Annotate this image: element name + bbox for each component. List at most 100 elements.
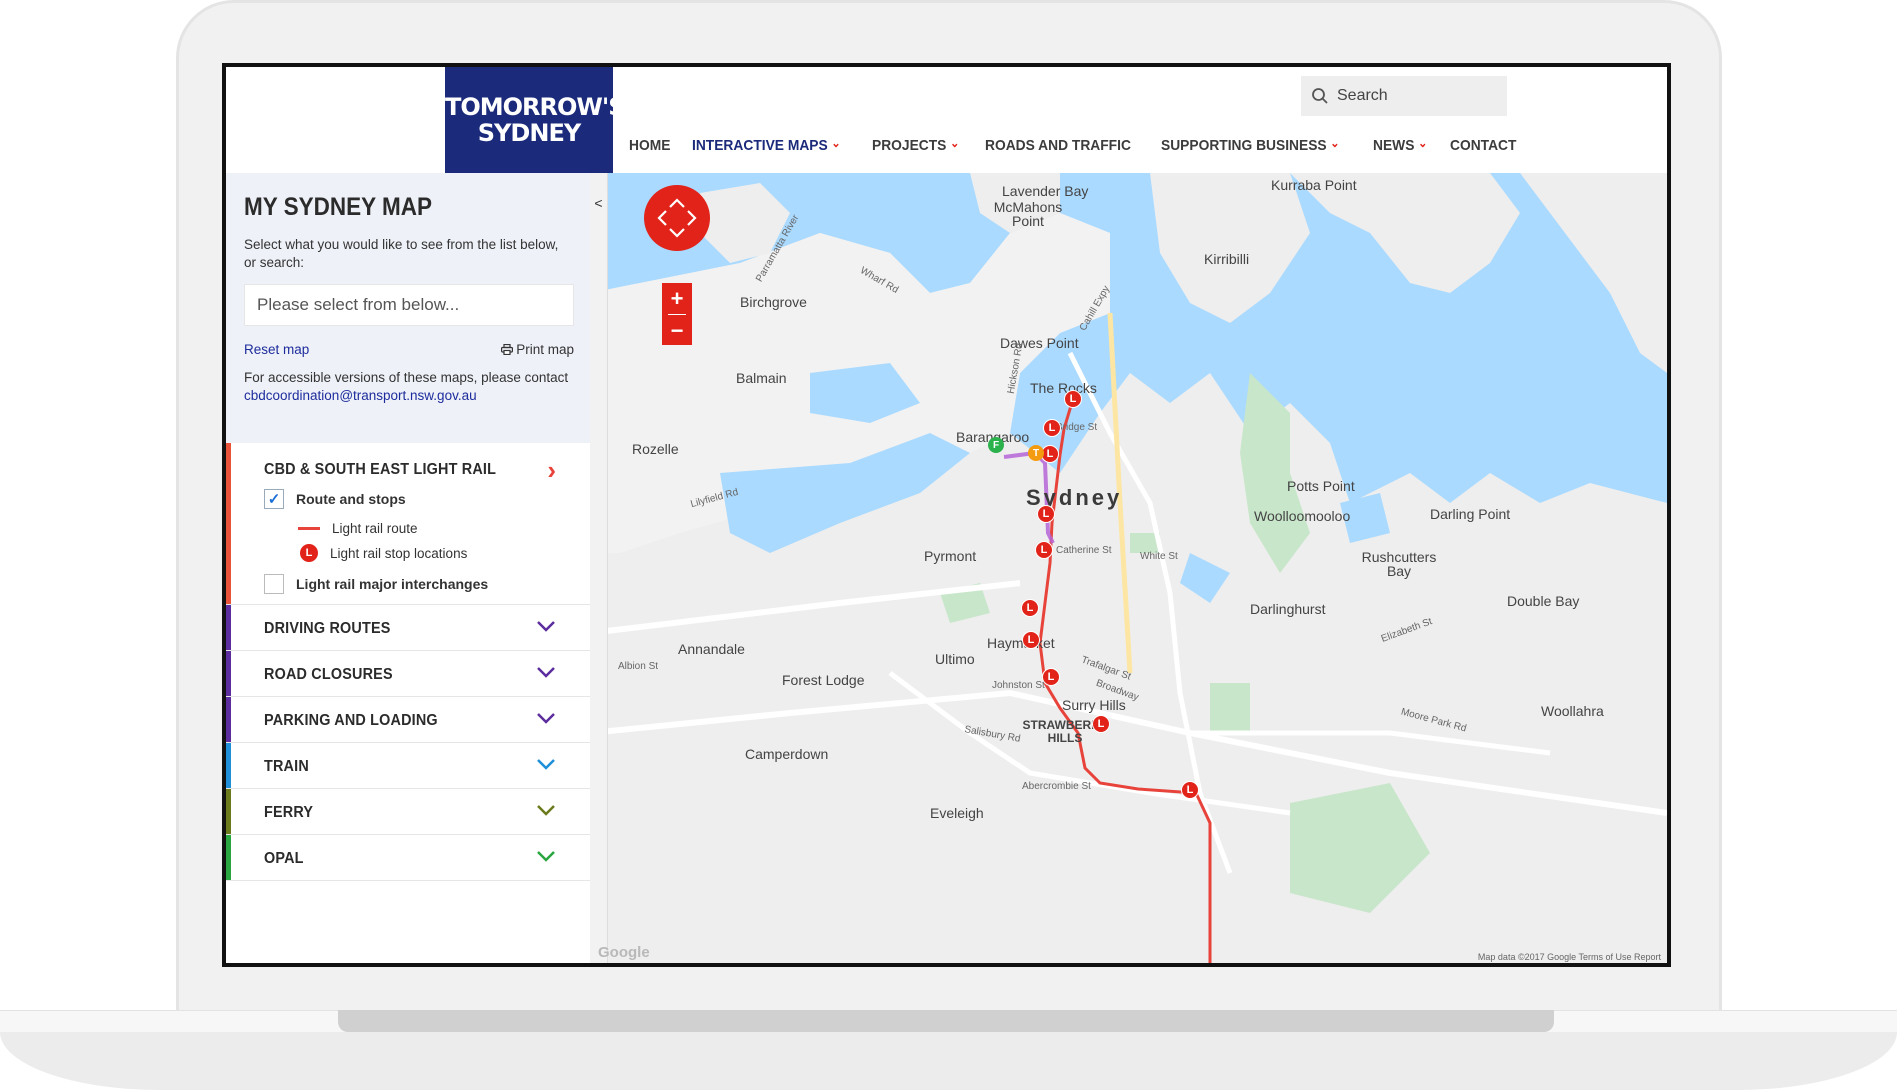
route-and-stops-row[interactable]: ✓ Route and stops bbox=[264, 489, 406, 509]
fullscreen-icon bbox=[657, 198, 697, 238]
road-label: Albion St bbox=[618, 661, 659, 672]
zoom-out-button[interactable]: − bbox=[662, 315, 692, 346]
nav-item-label: NEWS bbox=[1373, 137, 1415, 154]
road-label: Catherine St bbox=[1056, 545, 1112, 556]
layer-select-placeholder: Please select from below... bbox=[257, 295, 460, 314]
fullscreen-toggle[interactable] bbox=[644, 185, 710, 251]
place-label: Woollahra bbox=[1541, 703, 1604, 719]
train-station-icon[interactable]: T bbox=[1028, 445, 1044, 461]
layer-select[interactable]: Please select from below... bbox=[244, 284, 574, 326]
chevron-down-icon[interactable] bbox=[536, 615, 556, 638]
map-sidebar: MY SYDNEY MAP Select what you would like… bbox=[226, 173, 590, 963]
light-rail-stop-icon[interactable]: L bbox=[1035, 541, 1053, 559]
nav-item-projects[interactable]: PROJECTS ⌄ bbox=[871, 136, 959, 155]
light-rail-stop-icon[interactable]: L bbox=[1092, 715, 1110, 733]
google-logo: Google bbox=[598, 944, 650, 961]
section-title: ROAD CLOSURES bbox=[264, 666, 393, 683]
place-label: Dawes Point bbox=[1000, 335, 1079, 351]
laptop-base bbox=[0, 1032, 1897, 1090]
place-label: Eveleigh bbox=[930, 805, 984, 821]
section-color-bar bbox=[226, 743, 231, 788]
printer-icon bbox=[501, 343, 514, 356]
search-input[interactable] bbox=[1337, 87, 1497, 105]
section-opal[interactable]: OPAL bbox=[226, 835, 590, 881]
chevron-right-icon[interactable]: › bbox=[547, 455, 556, 486]
chevron-down-icon[interactable] bbox=[536, 707, 556, 730]
light-rail-stop-icon[interactable]: L bbox=[1022, 631, 1040, 649]
search-icon[interactable] bbox=[1311, 87, 1329, 105]
section-train[interactable]: TRAIN bbox=[226, 743, 590, 789]
place-label: Ultimo bbox=[935, 651, 975, 667]
legend-route-label: Light rail route bbox=[332, 521, 418, 536]
nav-item-label: SUPPORTING BUSINESS bbox=[1161, 137, 1327, 154]
print-map-label: Print map bbox=[516, 342, 574, 357]
sidebar-intro: MY SYDNEY MAP Select what you would like… bbox=[226, 173, 590, 443]
light-rail-stop-icon[interactable]: L bbox=[1037, 505, 1055, 523]
road-label: Abercrombie St bbox=[1022, 781, 1091, 792]
map-canvas[interactable]: < + − Lavender Bay McMahons Point Kurrab… bbox=[590, 173, 1667, 963]
contact-email-link[interactable]: cbdcoordination@transport.nsw.gov.au bbox=[244, 388, 477, 403]
nav-item-label: CONTACT bbox=[1450, 137, 1517, 154]
light-rail-stop-icon[interactable]: L bbox=[1064, 390, 1082, 408]
chevron-down-icon[interactable] bbox=[536, 845, 556, 868]
nav-item-supporting-business[interactable]: SUPPORTING BUSINESS ⌄ bbox=[1161, 136, 1340, 155]
place-label: Kurraba Point bbox=[1271, 177, 1357, 193]
section-title: PARKING AND LOADING bbox=[264, 712, 438, 729]
nav-item-label: PROJECTS bbox=[871, 137, 946, 154]
sidebar-links: Reset map Print map bbox=[244, 342, 574, 357]
section-color-bar bbox=[226, 789, 231, 834]
logo-line-2: SYDNEY bbox=[477, 119, 581, 147]
zoom-in-button[interactable]: + bbox=[662, 283, 692, 314]
reset-map-link[interactable]: Reset map bbox=[244, 342, 309, 357]
place-label: Lavender Bay bbox=[1002, 183, 1089, 199]
map-attribution[interactable]: Map data ©2017 Google Terms of Use Repor… bbox=[1478, 952, 1661, 962]
chevron-down-icon[interactable] bbox=[536, 661, 556, 684]
sidebar-title: MY SYDNEY MAP bbox=[244, 193, 432, 221]
chevron-down-icon[interactable] bbox=[536, 753, 556, 776]
browser-viewport: TOMORROW'S SYDNEY HOME INTERACTIVE MAPS⌄ P… bbox=[226, 67, 1667, 963]
sidebar-collapse-toggle[interactable]: < bbox=[590, 173, 608, 963]
interchanges-checkbox[interactable] bbox=[264, 574, 284, 594]
section-title[interactable]: CBD & SOUTH EAST LIGHT RAIL bbox=[264, 461, 496, 479]
nav-item-roads-and-traffic[interactable]: ROADS AND TRAFFIC bbox=[985, 137, 1131, 154]
site-logo[interactable]: TOMORROW'S SYDNEY bbox=[445, 67, 626, 173]
light-rail-stop-icon[interactable]: L bbox=[1043, 419, 1061, 437]
light-rail-stop-icon[interactable]: L bbox=[1042, 668, 1060, 686]
section-driving-routes[interactable]: DRIVING ROUTES bbox=[226, 605, 590, 651]
chevron-down-icon: ⌄ bbox=[1418, 135, 1428, 150]
place-label: Forest Lodge bbox=[782, 672, 865, 688]
road-label: White St bbox=[1140, 551, 1178, 562]
legend-stops-label: Light rail stop locations bbox=[330, 545, 468, 561]
place-label: Rozelle bbox=[632, 441, 679, 457]
main-nav: HOME INTERACTIVE MAPS ⌄ PROJECTS ⌄ ROADS AND … bbox=[629, 135, 1540, 155]
place-label: Darling Point bbox=[1430, 506, 1511, 522]
section-ferry[interactable]: FERRY bbox=[226, 789, 590, 835]
zoom-control: + − bbox=[662, 283, 692, 345]
nav-item-label: ROADS AND TRAFFIC bbox=[984, 137, 1131, 154]
nav-item-home[interactable]: HOME bbox=[629, 137, 670, 154]
section-title: DRIVING ROUTES bbox=[264, 620, 391, 637]
legend-route-row: Light rail route bbox=[298, 521, 418, 536]
ferry-stop-icon[interactable]: F bbox=[988, 437, 1004, 453]
site-header: TOMORROW'S SYDNEY HOME INTERACTIVE MAPS⌄ P… bbox=[226, 67, 1667, 173]
interchanges-row[interactable]: Light rail major interchanges bbox=[264, 574, 488, 594]
nav-item-contact[interactable]: CONTACT bbox=[1450, 137, 1516, 154]
nav-item-interactive-maps[interactable]: INTERACTIVE MAPS ⌄ bbox=[692, 136, 841, 155]
place-label: Kirribilli bbox=[1204, 251, 1250, 267]
accessibility-note: For accessible versions of these maps, p… bbox=[244, 369, 572, 405]
light-rail-stop-icon: L bbox=[300, 544, 318, 562]
accessibility-note-text: For accessible versions of these maps, p… bbox=[244, 370, 569, 385]
light-rail-route-swatch bbox=[298, 527, 320, 530]
place-label: Balmain bbox=[736, 370, 787, 386]
light-rail-stop-icon[interactable]: L bbox=[1181, 781, 1199, 799]
light-rail-stop-icon[interactable]: L bbox=[1021, 599, 1039, 617]
print-map-button[interactable]: Print map bbox=[501, 342, 574, 357]
nav-item-label: HOME bbox=[629, 137, 671, 154]
section-title: OPAL bbox=[264, 850, 304, 867]
route-and-stops-checkbox[interactable]: ✓ bbox=[264, 489, 284, 509]
nav-item-news[interactable]: NEWS ⌄ bbox=[1373, 135, 1428, 155]
search-box[interactable] bbox=[1301, 76, 1507, 116]
chevron-down-icon[interactable] bbox=[536, 799, 556, 822]
section-road-closures[interactable]: ROAD CLOSURES bbox=[226, 651, 590, 697]
section-parking-and-loading[interactable]: PARKING AND LOADING bbox=[226, 697, 590, 743]
